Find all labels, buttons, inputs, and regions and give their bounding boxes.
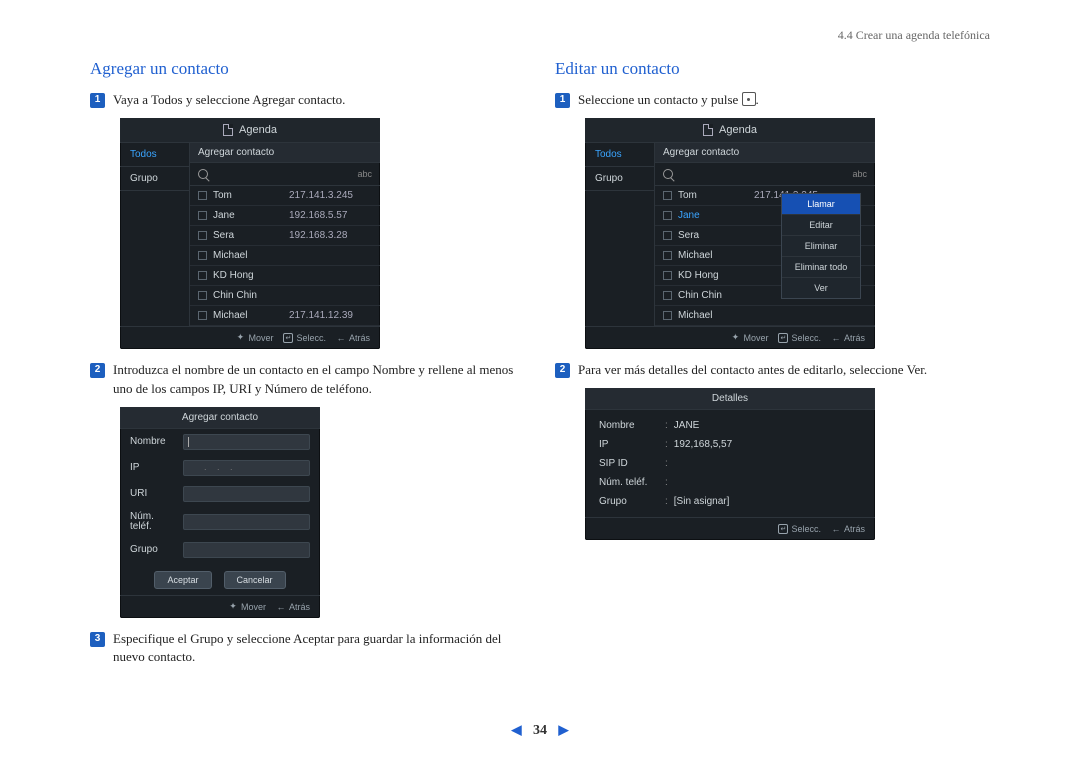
agenda-title: Agenda xyxy=(239,124,277,136)
field-label-num: Núm. teléf. xyxy=(130,512,175,532)
footer-back: ←Atrás xyxy=(831,524,865,534)
sidebar-item-todos[interactable]: Todos xyxy=(585,143,654,167)
grupo-input[interactable] xyxy=(183,542,310,558)
cancelar-button[interactable]: Cancelar xyxy=(224,571,286,589)
ctx-eliminar[interactable]: Eliminar xyxy=(782,236,860,257)
step-number-icon: 1 xyxy=(90,93,105,108)
sidebar-item-grupo[interactable]: Grupo xyxy=(120,167,189,191)
list-item[interactable]: KD Hong xyxy=(190,266,380,286)
det-value-nombre: JANE xyxy=(674,420,700,431)
page-navigation: ◀ 34 ▶ xyxy=(0,722,1080,739)
prev-page-button[interactable]: ◀ xyxy=(504,722,530,737)
det-label-nombre: Nombre xyxy=(599,420,659,431)
document-icon xyxy=(703,124,713,136)
aceptar-button[interactable]: Aceptar xyxy=(154,571,211,589)
footer-move: ✦Mover xyxy=(228,602,266,612)
input-mode-indicator: abc xyxy=(357,169,372,179)
ctx-llamar[interactable]: Llamar xyxy=(782,194,860,215)
add-contact-form-screenshot: Agregar contacto Nombre IP URI Núm. telé… xyxy=(120,407,320,618)
list-item[interactable]: Michael217.141.12.39 xyxy=(190,306,380,326)
nombre-input[interactable] xyxy=(183,434,310,450)
step-number-icon: 2 xyxy=(555,363,570,378)
details-title: Detalles xyxy=(585,388,875,410)
details-screenshot: Detalles Nombre:JANE IP:192,168,5,57 SIP… xyxy=(585,388,875,540)
field-label-grupo: Grupo xyxy=(130,544,175,555)
search-input[interactable] xyxy=(679,167,846,181)
section-title-add: Agregar un contacto xyxy=(90,59,525,79)
det-label-grupo: Grupo xyxy=(599,496,659,507)
step-add-1: 1 Vaya a Todos y seleccione Agregar cont… xyxy=(90,91,525,110)
step-text: Seleccione un contacto y pulse . xyxy=(578,91,990,110)
step-text: Especifique el Grupo y seleccione Acepta… xyxy=(113,630,525,668)
page-number: 34 xyxy=(533,723,547,738)
step-add-2: 2 Introduzca el nombre de un contacto en… xyxy=(90,361,525,399)
list-item[interactable]: Sera192.168.3.28 xyxy=(190,226,380,246)
col-editar: Editar un contacto 1 Seleccione un conta… xyxy=(555,59,990,675)
ctx-ver[interactable]: Ver xyxy=(782,278,860,298)
search-icon xyxy=(663,169,673,179)
list-item[interactable]: Jane192.168.5.57 xyxy=(190,206,380,226)
step-number-icon: 3 xyxy=(90,632,105,647)
field-label-ip: IP xyxy=(130,462,175,473)
list-item[interactable]: Tom217.141.3.245 xyxy=(190,186,380,206)
step-text: Introduzca el nombre de un contacto en e… xyxy=(113,361,525,399)
step-edit-2: 2 Para ver más detalles del contacto ant… xyxy=(555,361,990,380)
step-text: Vaya a Todos y seleccione Agregar contac… xyxy=(113,91,525,110)
step-number-icon: 1 xyxy=(555,93,570,108)
footer-back: ←Atrás xyxy=(336,333,370,343)
ip-input[interactable] xyxy=(183,460,310,476)
step-text: Para ver más detalles del contacto antes… xyxy=(578,361,990,380)
ctx-eliminar-todo[interactable]: Eliminar todo xyxy=(782,257,860,278)
search-input[interactable] xyxy=(214,167,351,181)
col-agregar: Agregar un contacto 1 Vaya a Todos y sel… xyxy=(90,59,525,675)
next-page-button[interactable]: ▶ xyxy=(551,722,577,737)
footer-back: ←Atrás xyxy=(276,602,310,612)
footer-move: ✦Mover xyxy=(235,333,273,343)
section-title-edit: Editar un contacto xyxy=(555,59,990,79)
ctx-editar[interactable]: Editar xyxy=(782,215,860,236)
step-number-icon: 2 xyxy=(90,363,105,378)
footer-move: ✦Mover xyxy=(730,333,768,343)
footer-select: ↵Selecc. xyxy=(778,333,821,343)
det-label-num: Núm. teléf. xyxy=(599,477,659,488)
footer-back: ←Atrás xyxy=(831,333,865,343)
add-contact-label[interactable]: Agregar contacto xyxy=(663,147,867,158)
list-item[interactable]: Michael xyxy=(190,246,380,266)
det-value-grupo: [Sin asignar] xyxy=(674,496,730,507)
sidebar-item-grupo[interactable]: Grupo xyxy=(585,167,654,191)
context-menu: Llamar Editar Eliminar Eliminar todo Ver xyxy=(781,193,861,299)
list-item[interactable]: Chin Chin xyxy=(190,286,380,306)
det-value-ip: 192,168,5,57 xyxy=(674,439,732,450)
agenda-screenshot-edit: Agenda Todos Grupo Agregar contacto abc xyxy=(585,118,875,349)
search-icon xyxy=(198,169,208,179)
enter-button-icon xyxy=(742,92,756,106)
step-edit-1: 1 Seleccione un contacto y pulse . xyxy=(555,91,990,110)
footer-select: ↵Selecc. xyxy=(283,333,326,343)
form-title: Agregar contacto xyxy=(120,407,320,429)
breadcrumb: 4.4 Crear una agenda telefónica xyxy=(90,28,990,43)
add-contact-label[interactable]: Agregar contacto xyxy=(198,147,372,158)
agenda-title: Agenda xyxy=(719,124,757,136)
det-label-ip: IP xyxy=(599,439,659,450)
det-label-sip: SIP ID xyxy=(599,458,659,469)
list-item[interactable]: Michael xyxy=(655,306,875,326)
input-mode-indicator: abc xyxy=(852,169,867,179)
num-input[interactable] xyxy=(183,514,310,530)
field-label-uri: URI xyxy=(130,488,175,499)
footer-select: ↵Selecc. xyxy=(778,524,821,534)
contact-list: Tom217.141.3.245 Jane192.168.5.57 Sera19… xyxy=(190,186,380,326)
sidebar-item-todos[interactable]: Todos xyxy=(120,143,189,167)
step-add-3: 3 Especifique el Grupo y seleccione Acep… xyxy=(90,630,525,668)
document-icon xyxy=(223,124,233,136)
uri-input[interactable] xyxy=(183,486,310,502)
agenda-screenshot-add: Agenda Todos Grupo Agregar contacto abc xyxy=(120,118,380,349)
field-label-nombre: Nombre xyxy=(130,436,175,447)
